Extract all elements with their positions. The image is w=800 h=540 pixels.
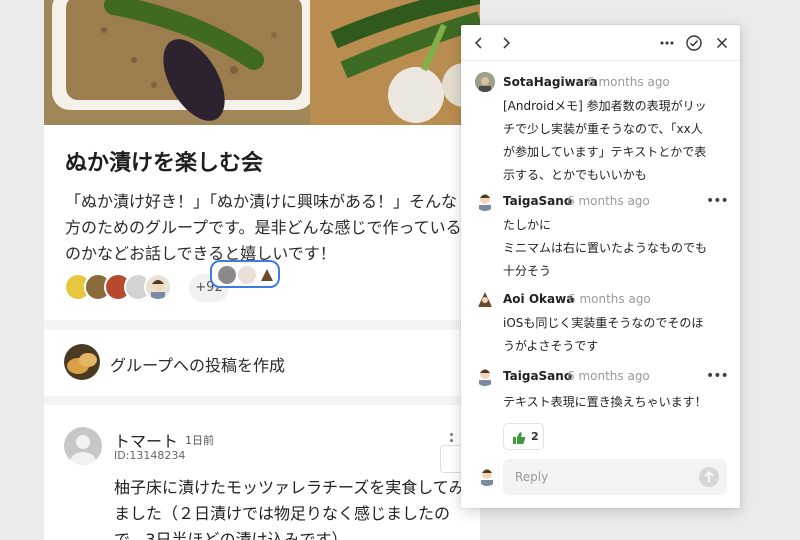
check-circle-icon[interactable]: [685, 34, 703, 52]
reply-composer: [503, 459, 727, 495]
avatar: [477, 466, 497, 486]
group-info-card: ぬか漬けを楽しむ会 「ぬか漬け好き！」「ぬか漬けに興味がある！」そんな方のための…: [44, 125, 480, 320]
comment-more-icon[interactable]: •••: [706, 369, 729, 383]
post-body: 柚子床に漬けたモッツァレラチーズを実食してみました（２日漬けでは物足りなく感じま…: [114, 478, 465, 540]
group-header-photo: [44, 0, 480, 125]
avatar[interactable]: [475, 289, 495, 309]
comment-time: 6 months ago: [568, 292, 651, 306]
reaction-count: 2: [531, 430, 539, 443]
comment-author[interactable]: Aoi Okawa: [503, 292, 574, 306]
bread-thumbnail-icon: [64, 344, 100, 380]
avatar: [238, 266, 256, 284]
post-user-id: ID:13148234: [114, 449, 186, 462]
comment-author[interactable]: TaigaSano: [503, 369, 572, 383]
comment-more-icon[interactable]: •••: [706, 194, 729, 208]
comment-time: 6 months ago: [567, 369, 650, 383]
avatar: [258, 266, 276, 284]
reply-input[interactable]: [515, 468, 685, 486]
group-title: ぬか漬けを楽しむ会: [65, 151, 264, 176]
comment-pin-avatars[interactable]: [210, 260, 280, 288]
comment-time: 6 months ago: [587, 75, 670, 89]
create-post-button[interactable]: グループへの投稿を作成: [44, 330, 480, 396]
chevron-left-icon[interactable]: [470, 34, 488, 52]
avatar[interactable]: [475, 191, 495, 211]
avatar[interactable]: [475, 72, 495, 92]
comment-time: 6 months ago: [567, 194, 650, 208]
member-avatar[interactable]: [144, 273, 172, 301]
comment-text: テキスト表現に置き換えちゃいます！: [503, 395, 707, 409]
comment-text: iOSも同じく実装重そうなのでそのほ うがよさそうです: [503, 316, 704, 353]
avatar: [218, 266, 236, 284]
thumbs-up-icon: [512, 430, 526, 444]
comment-author[interactable]: TaigaSano: [503, 194, 572, 208]
send-arrow-icon[interactable]: [699, 467, 719, 487]
panel-header: [461, 25, 740, 61]
chevron-right-icon[interactable]: [497, 34, 515, 52]
comment-thread-panel: SotaHagiwara 6 months ago [Androidメモ] 参加…: [461, 25, 740, 508]
more-horizontal-icon[interactable]: [658, 34, 676, 52]
post-time: 1日前: [185, 434, 214, 447]
create-post-label: グループへの投稿を作成: [110, 356, 286, 375]
avatar[interactable]: [64, 427, 102, 465]
post-card: トマート 1日前 ID:13148234 柚子床に漬けたモッツァレラチーズを実食…: [44, 405, 480, 540]
group-description: 「ぬか漬け好き！」「ぬか漬けに興味がある！」そんな方のためのグループです。是非ど…: [65, 192, 462, 263]
close-icon[interactable]: [713, 34, 731, 52]
comment-text: [Androidメモ] 参加者数の表現がリッ チで少し実装が重そうなので、「xx…: [503, 99, 707, 182]
comment-text: たしかに ミニマムは右に置いたようなものでも 十分そう: [503, 218, 708, 278]
reaction-button[interactable]: 2: [503, 423, 544, 450]
comment-author[interactable]: SotaHagiwara: [503, 75, 598, 89]
avatar[interactable]: [475, 366, 495, 386]
